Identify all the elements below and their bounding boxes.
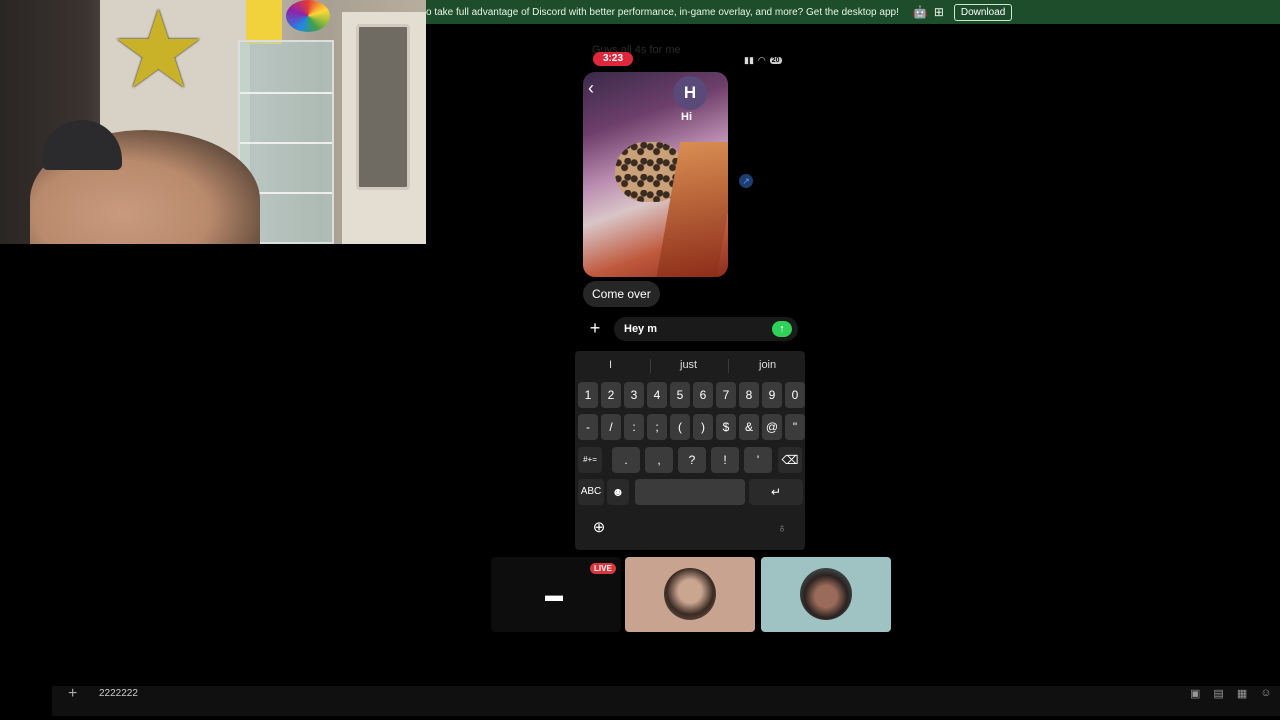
webcam-mirror: [356, 24, 410, 190]
windows-icon: ⊞: [933, 5, 944, 19]
key-ampersand[interactable]: &: [739, 414, 759, 440]
star-logo-icon: ★: [110, 0, 207, 110]
key-3[interactable]: 3: [624, 382, 644, 408]
suggestion-divider: [650, 359, 651, 373]
gift-icon[interactable]: ▣: [1190, 687, 1200, 700]
key-apostrophe[interactable]: ': [744, 447, 772, 473]
key-exclamation[interactable]: !: [711, 447, 739, 473]
phone-clock: 3:23: [593, 52, 633, 66]
key-2[interactable]: 2: [601, 382, 621, 408]
chat-toolbar: ▣ ▤ ▦ ☺: [1190, 687, 1271, 700]
participant-tile[interactable]: [625, 557, 755, 632]
key-8[interactable]: 8: [739, 382, 759, 408]
suggestion-2[interactable]: just: [680, 359, 697, 371]
key-1[interactable]: 1: [578, 382, 598, 408]
key-abc[interactable]: ABC: [578, 479, 604, 505]
story-photo[interactable]: [583, 72, 728, 277]
key-quote[interactable]: ": [785, 414, 805, 440]
key-hyphen[interactable]: -: [578, 414, 598, 440]
sticker-icon[interactable]: ▦: [1237, 687, 1247, 700]
webcam-color-wheel: [286, 0, 330, 32]
battery-icon: 20: [769, 57, 782, 64]
share-icon[interactable]: ↗: [739, 174, 753, 188]
key-question[interactable]: ?: [678, 447, 706, 473]
live-badge: LIVE: [590, 563, 616, 574]
monitor-icon: ▬: [545, 585, 563, 605]
message-input[interactable]: Hey m: [614, 317, 798, 341]
key-4[interactable]: 4: [647, 382, 667, 408]
contact-avatar[interactable]: H: [673, 76, 707, 110]
webcam-poster: [246, 0, 282, 44]
desktop-app-banner: o take full advantage of Discord with be…: [426, 0, 1280, 24]
key-symbols[interactable]: #+=: [578, 447, 602, 473]
streamer-webcam: ★: [0, 0, 426, 244]
key-slash[interactable]: /: [601, 414, 621, 440]
participant-avatar: [800, 568, 852, 620]
android-icon: 🤖: [912, 5, 928, 19]
gif-icon[interactable]: ▤: [1213, 687, 1223, 700]
key-5[interactable]: 5: [670, 382, 690, 408]
key-0[interactable]: 0: [785, 382, 805, 408]
backspace-icon[interactable]: ⌫: [778, 447, 802, 473]
emoji-picker-icon[interactable]: ☺: [1260, 687, 1271, 700]
story-caption: Hi: [681, 111, 692, 123]
participant-tile[interactable]: [761, 557, 891, 632]
os-icons: 🤖 ⊞: [907, 6, 944, 18]
wifi-icon: ◠: [757, 55, 766, 65]
return-icon[interactable]: ↵: [749, 479, 803, 505]
suggestion-1[interactable]: I: [609, 359, 612, 371]
key-close-paren[interactable]: ): [693, 414, 713, 440]
key-at[interactable]: @: [762, 414, 782, 440]
key-space[interactable]: [635, 479, 745, 505]
add-attachment-button[interactable]: +: [585, 318, 605, 338]
key-dollar[interactable]: $: [716, 414, 736, 440]
key-7[interactable]: 7: [716, 382, 736, 408]
key-semicolon[interactable]: ;: [647, 414, 667, 440]
suggestion-3[interactable]: join: [759, 359, 776, 371]
globe-icon[interactable]: ⊕: [589, 515, 609, 541]
chat-bar: [52, 686, 1280, 716]
back-arrow-icon[interactable]: ‹: [588, 78, 604, 98]
banner-text: o take full advantage of Discord with be…: [426, 6, 899, 18]
participant-avatar: [664, 568, 716, 620]
key-9[interactable]: 9: [762, 382, 782, 408]
download-button[interactable]: Download: [953, 3, 1013, 21]
signal-icon: ▮▮: [744, 55, 754, 65]
key-comma[interactable]: ,: [645, 447, 673, 473]
chat-input[interactable]: 2222222: [99, 688, 138, 699]
phone-keyboard: I just join 1 2 3 4 5 6 7 8 9 0 - / : ; …: [575, 351, 805, 550]
chat-add-button[interactable]: +: [68, 686, 84, 702]
key-6[interactable]: 6: [693, 382, 713, 408]
microphone-icon[interactable]: ♁: [772, 515, 792, 541]
phone-status-bar: ▮▮ ◠ 20: [744, 55, 782, 66]
key-colon[interactable]: :: [624, 414, 644, 440]
suggestion-divider: [728, 359, 729, 373]
key-period[interactable]: .: [612, 447, 640, 473]
send-arrow-icon[interactable]: ↑: [772, 321, 792, 337]
key-open-paren[interactable]: (: [670, 414, 690, 440]
emoji-icon[interactable]: ☻: [607, 479, 629, 505]
message-bubble: Come over: [583, 281, 660, 307]
